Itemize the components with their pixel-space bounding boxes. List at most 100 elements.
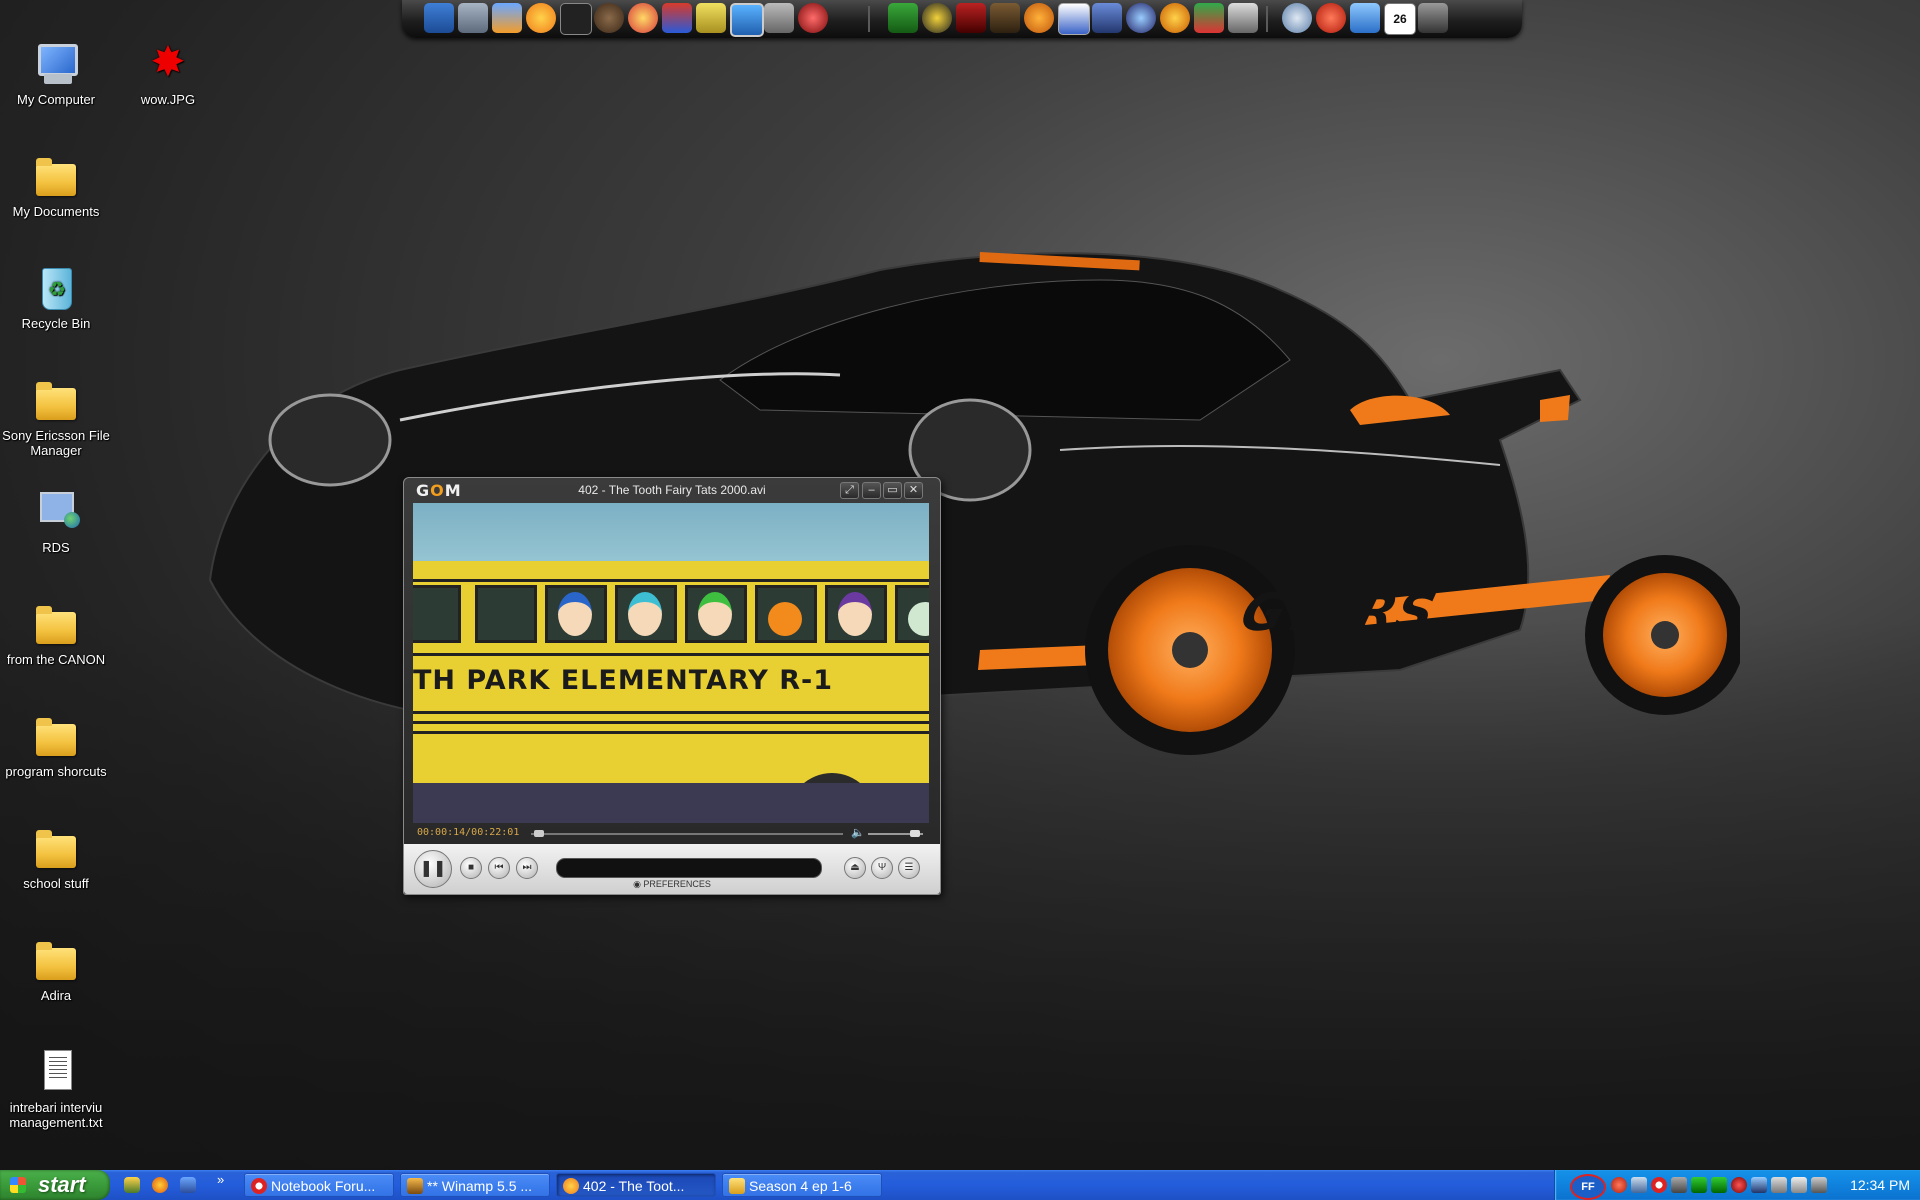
dock-app-icon[interactable]	[956, 3, 986, 33]
dock-app-icon[interactable]	[1316, 3, 1346, 33]
dock-app-icon[interactable]	[990, 3, 1020, 33]
seek-track[interactable]	[531, 833, 843, 835]
start-button[interactable]: start	[0, 1170, 110, 1200]
dock-app-icon[interactable]	[922, 3, 952, 33]
desktop-icon-label: intrebari interviu management.txt	[9, 1100, 103, 1130]
next-button[interactable]: ⏭	[516, 857, 538, 879]
tray-cpu-icon[interactable]	[1671, 1177, 1687, 1193]
tray-usb-icon[interactable]	[1771, 1177, 1787, 1193]
desktop-icon-intrebari-txt[interactable]: intrebari interviu management.txt	[0, 1048, 112, 1130]
dock-app-icon[interactable]	[594, 3, 624, 33]
winamp-icon	[407, 1178, 423, 1194]
desktop-icon-recycle-bin[interactable]: Recycle Bin	[0, 264, 112, 331]
dock-app-icon[interactable]	[696, 3, 726, 33]
task-season-folder[interactable]: Season 4 ep 1-6	[722, 1173, 882, 1197]
dock-app-icon[interactable]	[730, 3, 764, 37]
image-file-icon: ✸	[150, 38, 186, 85]
video-road	[413, 783, 929, 823]
desktop-icon-my-computer[interactable]: My Computer	[0, 40, 112, 107]
tray-network-icon[interactable]	[1631, 1177, 1647, 1193]
top-dock: 26	[402, 0, 1522, 38]
svg-text:GT3RS: GT3RS	[1235, 583, 1442, 643]
dock-app-icon[interactable]	[458, 3, 488, 33]
playback-time: 00:00:14/00:22:01	[417, 827, 520, 838]
desktop-icon-label: program shorcuts	[5, 764, 107, 779]
stop-button[interactable]: ■	[460, 857, 482, 879]
dock-app-icon[interactable]	[1024, 3, 1054, 33]
tray-power-icon[interactable]	[1791, 1177, 1807, 1193]
equalizer-button[interactable]: Ψ	[871, 857, 893, 879]
tray-settings-icon[interactable]	[1731, 1177, 1747, 1193]
playlist-button[interactable]: ☰	[898, 857, 920, 879]
seek-knob[interactable]	[534, 830, 545, 837]
desktop-icon-rds[interactable]: RDS	[0, 488, 112, 555]
tray-memory-icon[interactable]	[1711, 1177, 1727, 1193]
task-winamp[interactable]: ** Winamp 5.5 ...	[400, 1173, 550, 1197]
dock-app-icon[interactable]	[1350, 3, 1380, 33]
dock-app-icon[interactable]	[526, 3, 556, 33]
computer-icon	[32, 40, 80, 88]
video-area[interactable]: TH PARK ELEMENTARY R-1	[413, 503, 929, 823]
dock-app-icon[interactable]	[764, 3, 794, 33]
dock-app-icon[interactable]	[1126, 3, 1156, 33]
task-gom-player[interactable]: 402 - The Toot...	[556, 1173, 716, 1197]
fullscreen-icon[interactable]: ⤢	[840, 482, 859, 499]
dock-app-icon[interactable]	[798, 3, 828, 33]
dock-app-icon[interactable]	[662, 3, 692, 33]
eject-button[interactable]: ⏏	[844, 857, 866, 879]
minimize-button[interactable]: –	[862, 482, 881, 499]
tray-volume-icon[interactable]	[1811, 1177, 1827, 1193]
dock-app-icon[interactable]	[424, 3, 454, 33]
tray-display-icon[interactable]	[1751, 1177, 1767, 1193]
folder-icon	[32, 936, 80, 984]
dock-app-icon[interactable]	[1058, 3, 1090, 35]
dock-app-icon[interactable]	[888, 3, 918, 33]
calendar-icon[interactable]: 26	[1384, 3, 1416, 35]
desktop-icon-label: My Computer	[16, 92, 96, 107]
folder-icon	[32, 600, 80, 648]
dock-app-icon[interactable]	[1092, 3, 1122, 33]
quicklaunch-app-icon[interactable]	[180, 1177, 196, 1193]
dock-app-icon[interactable]	[1194, 3, 1224, 33]
quicklaunch-app-icon[interactable]	[152, 1177, 168, 1193]
tray-opera-icon[interactable]	[1651, 1177, 1667, 1193]
player-titlebar[interactable]: GOM 402 - The Tooth Fairy Tats 2000.avi …	[404, 478, 940, 502]
dock-app-icon[interactable]	[1228, 3, 1258, 33]
desktop-icon-label: Sony Ericsson File Manager	[2, 428, 110, 458]
dock-separator	[1266, 6, 1268, 32]
volume-knob[interactable]	[909, 830, 920, 837]
desktop-icon-label: My Documents	[12, 204, 100, 219]
desktop-icon-from-the-canon[interactable]: from the CANON	[0, 600, 112, 667]
tray-ff-badge[interactable]: FF	[1570, 1174, 1606, 1200]
maximize-button[interactable]: ▭	[883, 482, 902, 499]
dock-app-icon[interactable]	[1418, 3, 1448, 33]
tray-app-icon[interactable]	[1611, 1177, 1627, 1193]
video-bus: TH PARK ELEMENTARY R-1	[413, 561, 929, 823]
task-notebook-forum[interactable]: Notebook Foru...	[244, 1173, 394, 1197]
quicklaunch-more-icon[interactable]: »	[217, 1172, 224, 1187]
video-caption: TH PARK ELEMENTARY R-1	[413, 665, 833, 696]
desktop-icon-school-stuff[interactable]: school stuff	[0, 824, 112, 891]
folder-icon	[32, 152, 80, 200]
dock-app-icon[interactable]	[628, 3, 658, 33]
desktop-icon-my-documents[interactable]: My Documents	[0, 152, 112, 219]
dock-app-icon[interactable]	[1160, 3, 1190, 33]
preferences-link[interactable]: ◉ PREFERENCES	[404, 879, 940, 890]
gom-player-window[interactable]: GOM 402 - The Tooth Fairy Tats 2000.avi …	[403, 477, 941, 895]
dock-app-icon[interactable]	[1282, 3, 1312, 33]
quicklaunch-app-icon[interactable]	[124, 1177, 140, 1193]
seek-bar[interactable]: 00:00:14/00:22:01 🔈	[413, 827, 929, 841]
dock-app-icon[interactable]	[560, 3, 592, 35]
desktop-icon-label: wow.JPG	[140, 92, 196, 107]
opera-icon	[251, 1178, 267, 1194]
tray-monitor-icon[interactable]	[1691, 1177, 1707, 1193]
desktop-icon-sony-ericsson[interactable]: Sony Ericsson File Manager	[0, 376, 112, 458]
desktop-icon-adira[interactable]: Adira	[0, 936, 112, 1003]
previous-button[interactable]: ⏮	[488, 857, 510, 879]
volume-icon[interactable]: 🔈	[851, 826, 865, 839]
control-panel: ❚❚ ■ ⏮ ⏭ ⏏ Ψ ☰ ◉ PREFERENCES	[404, 844, 940, 894]
dock-app-icon[interactable]	[492, 3, 522, 33]
desktop-icon-wow-jpg[interactable]: ✸ wow.JPG	[112, 38, 224, 108]
desktop-icon-program-shorcuts[interactable]: program shorcuts	[0, 712, 112, 779]
close-button[interactable]: ✕	[904, 482, 923, 499]
